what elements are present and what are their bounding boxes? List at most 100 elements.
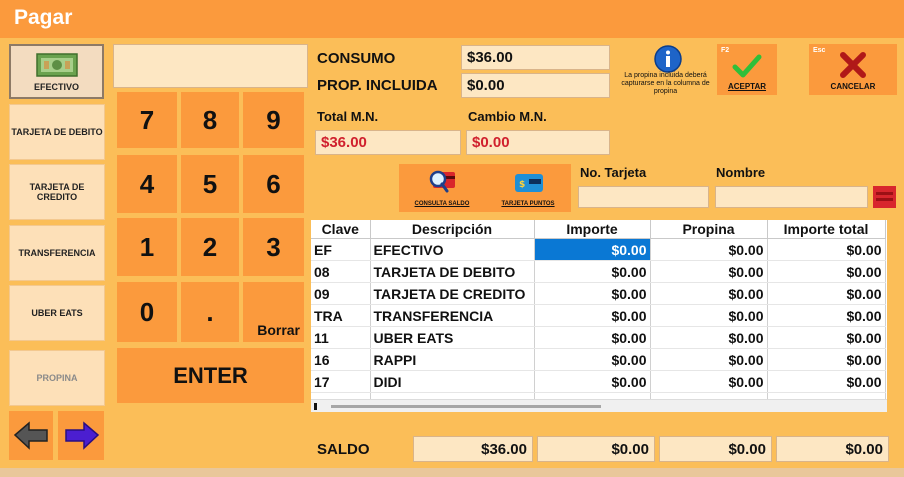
consulta-saldo-button[interactable]: CONSULTA SALDO <box>399 164 485 212</box>
previous-button[interactable] <box>9 411 53 460</box>
enter-button[interactable]: ENTER <box>117 348 304 403</box>
key-4[interactable]: 4 <box>117 155 177 213</box>
key-0[interactable]: 0 <box>117 282 177 342</box>
aceptar-button[interactable]: F2 ACEPTAR <box>717 44 777 95</box>
key-2[interactable]: 2 <box>181 218 239 276</box>
cancelar-label: CANCELAR <box>830 82 876 91</box>
column-clave[interactable]: Clave <box>311 220 371 239</box>
column-descripcion[interactable]: Descripción <box>370 220 535 239</box>
cell-propina[interactable]: $0.00 <box>650 326 768 349</box>
aceptar-label: ACEPTAR <box>727 82 767 91</box>
key-7[interactable]: 7 <box>117 92 177 148</box>
cell-importe[interactable]: $0.00 <box>534 304 651 327</box>
cell-descripcion: RAPPI <box>370 348 535 371</box>
key-6[interactable]: 6 <box>243 155 304 213</box>
cell-descripcion: EFECTIVO <box>370 238 535 261</box>
payment-method-efectivo[interactable]: EFECTIVO <box>9 44 104 99</box>
delete-button[interactable]: Borrar <box>243 282 304 342</box>
cell-clave: 17 <box>311 370 371 393</box>
key-3[interactable]: 3 <box>243 218 304 276</box>
cell-clave: 08 <box>311 260 371 283</box>
table-row[interactable]: TRA TRANSFERENCIA $0.00 $0.00 $0.00 <box>311 304 886 327</box>
close-icon <box>840 52 866 78</box>
total-label: Total M.N. <box>317 109 379 124</box>
payment-window: Pagar EFECTIVO TARJETA DE DEBITO TARJETA… <box>0 0 904 477</box>
key-8[interactable]: 8 <box>181 92 239 148</box>
cell-importe[interactable]: $0.00 <box>534 260 651 283</box>
table-row[interactable]: 17 DIDI $0.00 $0.00 $0.00 <box>311 370 886 393</box>
table-row[interactable]: 09 TARJETA DE CREDITO $0.00 $0.00 $0.00 <box>311 282 886 305</box>
info-icon <box>654 45 682 73</box>
cell-propina[interactable]: $0.00 <box>650 282 768 305</box>
payment-method-label: EFECTIVO <box>33 81 79 92</box>
cell-importe[interactable]: $0.00 <box>534 326 651 349</box>
payments-table: Clave Descripción Importe Propina Import… <box>311 220 886 412</box>
cell-clave: 16 <box>311 348 371 371</box>
consumo-label: CONSUMO <box>317 50 396 67</box>
column-importe-total[interactable]: Importe total <box>767 220 886 239</box>
cell-descripcion: DIDI <box>370 370 535 393</box>
payment-method-label: UBER EATS <box>31 308 83 318</box>
column-importe[interactable]: Importe <box>534 220 651 239</box>
consulta-saldo-label: CONSULTA SALDO <box>414 201 470 207</box>
payments-grid[interactable]: Clave Descripción Importe Propina Import… <box>311 220 887 412</box>
arrow-left-icon <box>13 421 48 450</box>
clear-icon <box>876 192 893 201</box>
table-row[interactable]: 11 UBER EATS $0.00 $0.00 $0.00 <box>311 326 886 349</box>
card-number-field[interactable] <box>578 186 709 208</box>
cell-propina[interactable]: $0.00 <box>650 260 768 283</box>
title-bar: Pagar <box>0 0 904 38</box>
cell-descripcion: TARJETA DE DEBITO <box>370 260 535 283</box>
cell-descripcion: UBER EATS <box>370 326 535 349</box>
payment-method-transferencia[interactable]: TRANSFERENCIA <box>9 225 105 281</box>
keypad-display[interactable] <box>113 44 308 88</box>
cell-propina[interactable]: $0.00 <box>650 370 768 393</box>
payment-method-label: TARJETA DE DEBITO <box>11 127 103 137</box>
cell-propina[interactable]: $0.00 <box>650 304 768 327</box>
payment-method-tarjeta-credito[interactable]: TARJETA DE CREDITO <box>9 164 105 220</box>
points-card-icon: $ <box>515 174 543 192</box>
cell-propina[interactable]: $0.00 <box>650 348 768 371</box>
saldo-importe-total: $0.00 <box>659 436 772 462</box>
card-number-label: No. Tarjeta <box>580 165 647 180</box>
key-5[interactable]: 5 <box>181 155 239 213</box>
scroll-cursor <box>314 403 317 410</box>
cell-importe[interactable]: $0.00 <box>534 370 651 393</box>
cell-importe[interactable]: $0.00 <box>534 348 651 371</box>
tarjeta-puntos-label: TARJETA PUNTOS <box>501 201 555 207</box>
key-1[interactable]: 1 <box>117 218 177 276</box>
cell-clave: EF <box>311 238 371 261</box>
cambio-field: $0.00 <box>466 130 610 155</box>
cell-clave: TRA <box>311 304 371 327</box>
payment-method-uber-eats[interactable]: UBER EATS <box>9 285 105 341</box>
checkmark-icon <box>732 54 762 78</box>
payment-method-tarjeta-debito[interactable]: TARJETA DE DEBITO <box>9 104 105 160</box>
next-button[interactable] <box>58 411 104 460</box>
cell-clave: 09 <box>311 282 371 305</box>
payment-method-label: TRANSFERENCIA <box>18 248 96 258</box>
column-propina[interactable]: Propina <box>650 220 768 239</box>
cell-importe-total: $0.00 <box>767 348 886 371</box>
cell-propina[interactable]: $0.00 <box>650 238 768 261</box>
cell-importe-total: $0.00 <box>767 304 886 327</box>
card-name-field[interactable] <box>715 186 868 208</box>
horizontal-scrollbar[interactable] <box>311 399 887 412</box>
clear-card-button[interactable] <box>873 186 896 208</box>
cell-importe[interactable]: $0.00 <box>534 238 651 261</box>
cell-importe[interactable]: $0.00 <box>534 282 651 305</box>
table-row[interactable]: EF EFECTIVO $0.00 $0.00 $0.00 <box>311 238 886 261</box>
tarjeta-puntos-button[interactable]: $ TARJETA PUNTOS <box>485 164 571 212</box>
saldo-importe: $36.00 <box>413 436 533 462</box>
cancelar-button[interactable]: Esc CANCELAR <box>809 44 897 95</box>
payment-method-propina[interactable]: PROPINA <box>9 350 105 406</box>
cell-importe-total: $0.00 <box>767 238 886 261</box>
card-actions-panel: CONSULTA SALDO $ TARJETA PUNTOS <box>399 164 571 212</box>
key-9[interactable]: 9 <box>243 92 304 148</box>
table-row[interactable]: 16 RAPPI $0.00 $0.00 $0.00 <box>311 348 886 371</box>
key-decimal[interactable]: . <box>181 282 239 342</box>
svg-text:$: $ <box>519 180 525 190</box>
arrow-right-icon <box>65 421 100 450</box>
table-row[interactable]: 08 TARJETA DE DEBITO $0.00 $0.00 $0.00 <box>311 260 886 283</box>
propina-incluida-field[interactable]: $0.00 <box>461 73 610 98</box>
scroll-thumb[interactable] <box>331 405 601 408</box>
